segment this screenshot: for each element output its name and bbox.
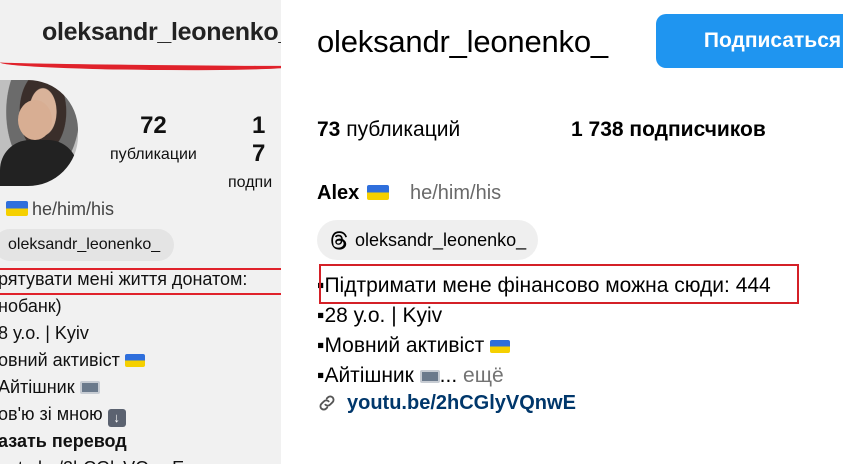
mobile-bio-link[interactable]: outu.be/2hCGlyVQnwE xyxy=(0,455,247,464)
desktop-profile-link[interactable]: youtu.be/2hCGlyVQnwE xyxy=(317,392,576,415)
link-icon xyxy=(319,395,335,411)
threads-icon xyxy=(331,231,347,250)
mobile-translate-link[interactable]: азать перевод xyxy=(0,428,247,455)
mobile-posts-label: публикации xyxy=(110,146,197,163)
desktop-username: oleksandr_leonenko_ xyxy=(317,24,608,59)
desktop-bio-text: ▪Айтішник xyxy=(317,364,414,387)
ukraine-flag-icon xyxy=(124,354,145,367)
red-underline-annotation xyxy=(0,56,281,72)
mobile-threads-badge[interactable]: oleksandr_leonenko_ xyxy=(0,229,175,261)
desktop-posts-count: 73 xyxy=(317,118,341,141)
mobile-pronouns: he/him/his xyxy=(32,199,115,219)
mobile-bio-text: ов'ю зі мною xyxy=(0,404,103,424)
desktop-stat-posts[interactable]: 73 публикаций xyxy=(317,118,460,142)
desktop-threads-handle: oleksandr_leonenko_ xyxy=(355,230,527,250)
red-box-annotation xyxy=(0,268,281,295)
laptop-icon xyxy=(79,381,100,394)
mobile-followers-count: 1 7 xyxy=(252,112,266,167)
mobile-stat-posts[interactable]: 72 публикации xyxy=(110,112,197,164)
desktop-pronouns: he/him/his xyxy=(410,182,502,204)
desktop-link-text[interactable]: youtu.be/2hCGlyVQnwE xyxy=(347,392,576,414)
laptop-icon xyxy=(419,370,440,383)
mobile-avatar[interactable] xyxy=(0,80,78,186)
mobile-followers-label: подпи xyxy=(228,174,273,191)
mobile-bio-line: нобанк) xyxy=(0,296,62,316)
desktop-posts-label: публикаций xyxy=(346,118,461,141)
mobile-pronouns-row: he/him/his xyxy=(6,199,114,220)
desktop-display-name: Alex xyxy=(317,182,393,205)
mobile-threads-handle: oleksandr_leonenko_ xyxy=(8,236,161,253)
mobile-stat-followers[interactable]: 1 7 подпи xyxy=(228,112,281,192)
avatar-face xyxy=(18,100,52,140)
mobile-posts-count: 72 xyxy=(140,112,167,139)
desktop-bio-line-activist: ▪Мовний активіст xyxy=(317,331,771,361)
desktop-bio-line: ▪28 у.о. | Kyiv xyxy=(317,304,443,327)
mobile-bio-line-it: Айтішник xyxy=(0,374,247,401)
mobile-profile-screenshot: oleksandr_leonenko_ 72 публикации 1 7 по… xyxy=(0,0,281,464)
desktop-profile-screenshot: oleksandr_leonenko_ Подписаться 73 публи… xyxy=(281,0,843,464)
down-arrow-icon: ↓ xyxy=(107,409,126,427)
mobile-bio-text: Айтішник xyxy=(0,377,75,397)
avatar-shirt xyxy=(0,140,78,186)
mobile-bio-line-activist: овний активіст xyxy=(0,347,247,374)
mobile-bio-line-interview: ов'ю зі мною ↓ xyxy=(0,401,247,428)
mobile-bio-line: 8 у.о. | Kyiv xyxy=(0,323,89,343)
mobile-bio-text: овний активіст xyxy=(0,350,120,370)
mobile-username: oleksandr_leonenko_ xyxy=(42,18,281,46)
ukraine-flag-icon xyxy=(6,201,28,216)
desktop-name: Alex xyxy=(317,182,360,204)
desktop-followers-count: 1 738 xyxy=(571,118,624,141)
desktop-bio-line-it: ▪Айтішник ... ещё xyxy=(317,361,771,391)
red-box-annotation xyxy=(319,264,799,304)
follow-button[interactable]: Подписаться xyxy=(656,14,843,68)
desktop-followers-label: подписчиков xyxy=(629,118,766,141)
ukraine-flag-icon xyxy=(366,185,389,200)
more-button[interactable]: ещё xyxy=(463,364,504,387)
mobile-bio: рятувати мені життя донатом: нобанк) 8 у… xyxy=(0,266,247,464)
desktop-stat-followers[interactable]: 1 738 подписчиков xyxy=(571,118,766,142)
ukraine-flag-icon xyxy=(490,340,511,353)
desktop-bio-text: ▪Мовний активіст xyxy=(317,334,485,357)
desktop-threads-badge[interactable]: oleksandr_leonenko_ xyxy=(317,220,539,260)
desktop-bio-ellipsis: ... xyxy=(439,364,458,387)
